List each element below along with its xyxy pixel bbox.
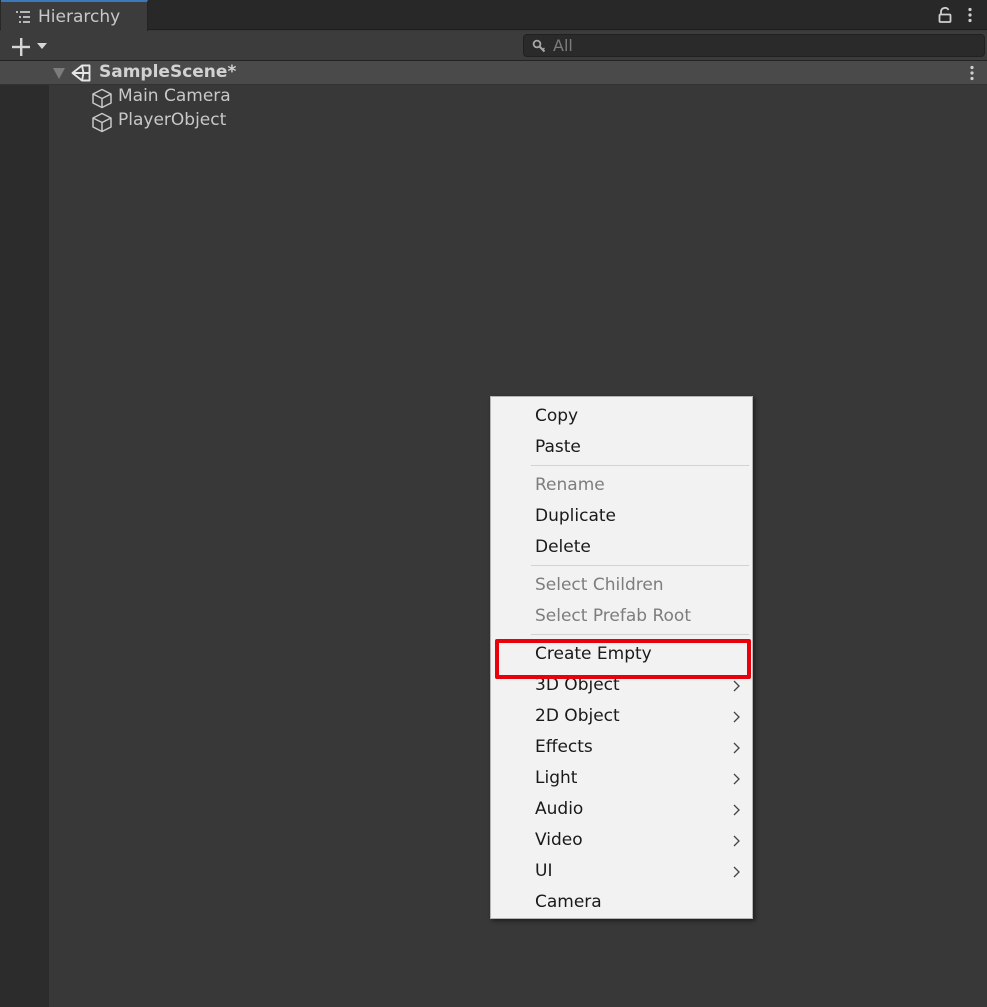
expand-triangle-icon[interactable] <box>52 67 66 80</box>
search-placeholder: All <box>553 36 573 55</box>
window-tab-bar: Hierarchy <box>0 0 987 31</box>
submenu-arrow-icon <box>733 773 740 785</box>
menu-item-select-children: Select Children <box>535 575 664 595</box>
menu-separator <box>531 634 749 635</box>
highlight-outline <box>495 639 751 679</box>
cube-icon <box>92 88 112 109</box>
tab-hierarchy[interactable]: Hierarchy <box>1 0 148 31</box>
submenu-arrow-icon <box>733 742 740 754</box>
submenu-arrow-icon <box>733 680 740 692</box>
submenu-arrow-icon <box>733 866 740 878</box>
kebab-menu-icon[interactable] <box>966 65 978 81</box>
tab-title: Hierarchy <box>38 7 121 27</box>
menu-item-copy[interactable]: Copy <box>491 402 752 432</box>
search-icon <box>532 39 546 53</box>
tree-item-main-camera[interactable]: Main Camera <box>49 85 987 109</box>
hierarchy-toolbar: All <box>0 31 987 61</box>
unity-scene-icon <box>71 64 91 82</box>
chevron-down-icon <box>37 43 47 49</box>
menu-item-2d-object[interactable]: 2D Object <box>491 702 752 732</box>
menu-separator <box>531 565 749 566</box>
menu-item-delete[interactable]: Delete <box>491 533 752 563</box>
lock-icon[interactable] <box>938 7 952 23</box>
menu-item-paste[interactable]: Paste <box>491 433 752 463</box>
menu-item-light[interactable]: Light <box>491 764 752 794</box>
cube-icon <box>92 112 112 133</box>
scene-name: SampleScene* <box>99 62 237 82</box>
menu-item-video[interactable]: Video <box>491 826 752 856</box>
submenu-arrow-icon <box>733 711 740 723</box>
menu-item-select-prefab-root: Select Prefab Root <box>535 606 691 626</box>
tree-gutter <box>0 61 49 1007</box>
plus-icon <box>12 38 30 56</box>
submenu-arrow-icon <box>733 835 740 847</box>
scene-row[interactable]: SampleScene* <box>0 61 987 85</box>
tree-item-label: Main Camera <box>118 86 231 106</box>
search-input[interactable]: All <box>523 34 985 57</box>
menu-item-effects[interactable]: Effects <box>491 733 752 763</box>
tree-item-player-object[interactable]: PlayerObject <box>49 109 987 133</box>
menu-item-rename: Rename <box>535 475 605 495</box>
menu-separator <box>531 465 749 466</box>
hierarchy-list-icon <box>16 11 30 23</box>
tree-item-label: PlayerObject <box>118 110 227 130</box>
add-object-button[interactable] <box>8 34 52 58</box>
menu-item-camera[interactable]: Camera <box>491 888 752 918</box>
kebab-menu-icon[interactable] <box>964 7 976 23</box>
submenu-arrow-icon <box>733 804 740 816</box>
menu-item-duplicate[interactable]: Duplicate <box>491 502 752 532</box>
menu-item-audio[interactable]: Audio <box>491 795 752 825</box>
menu-item-ui[interactable]: UI <box>491 857 752 887</box>
